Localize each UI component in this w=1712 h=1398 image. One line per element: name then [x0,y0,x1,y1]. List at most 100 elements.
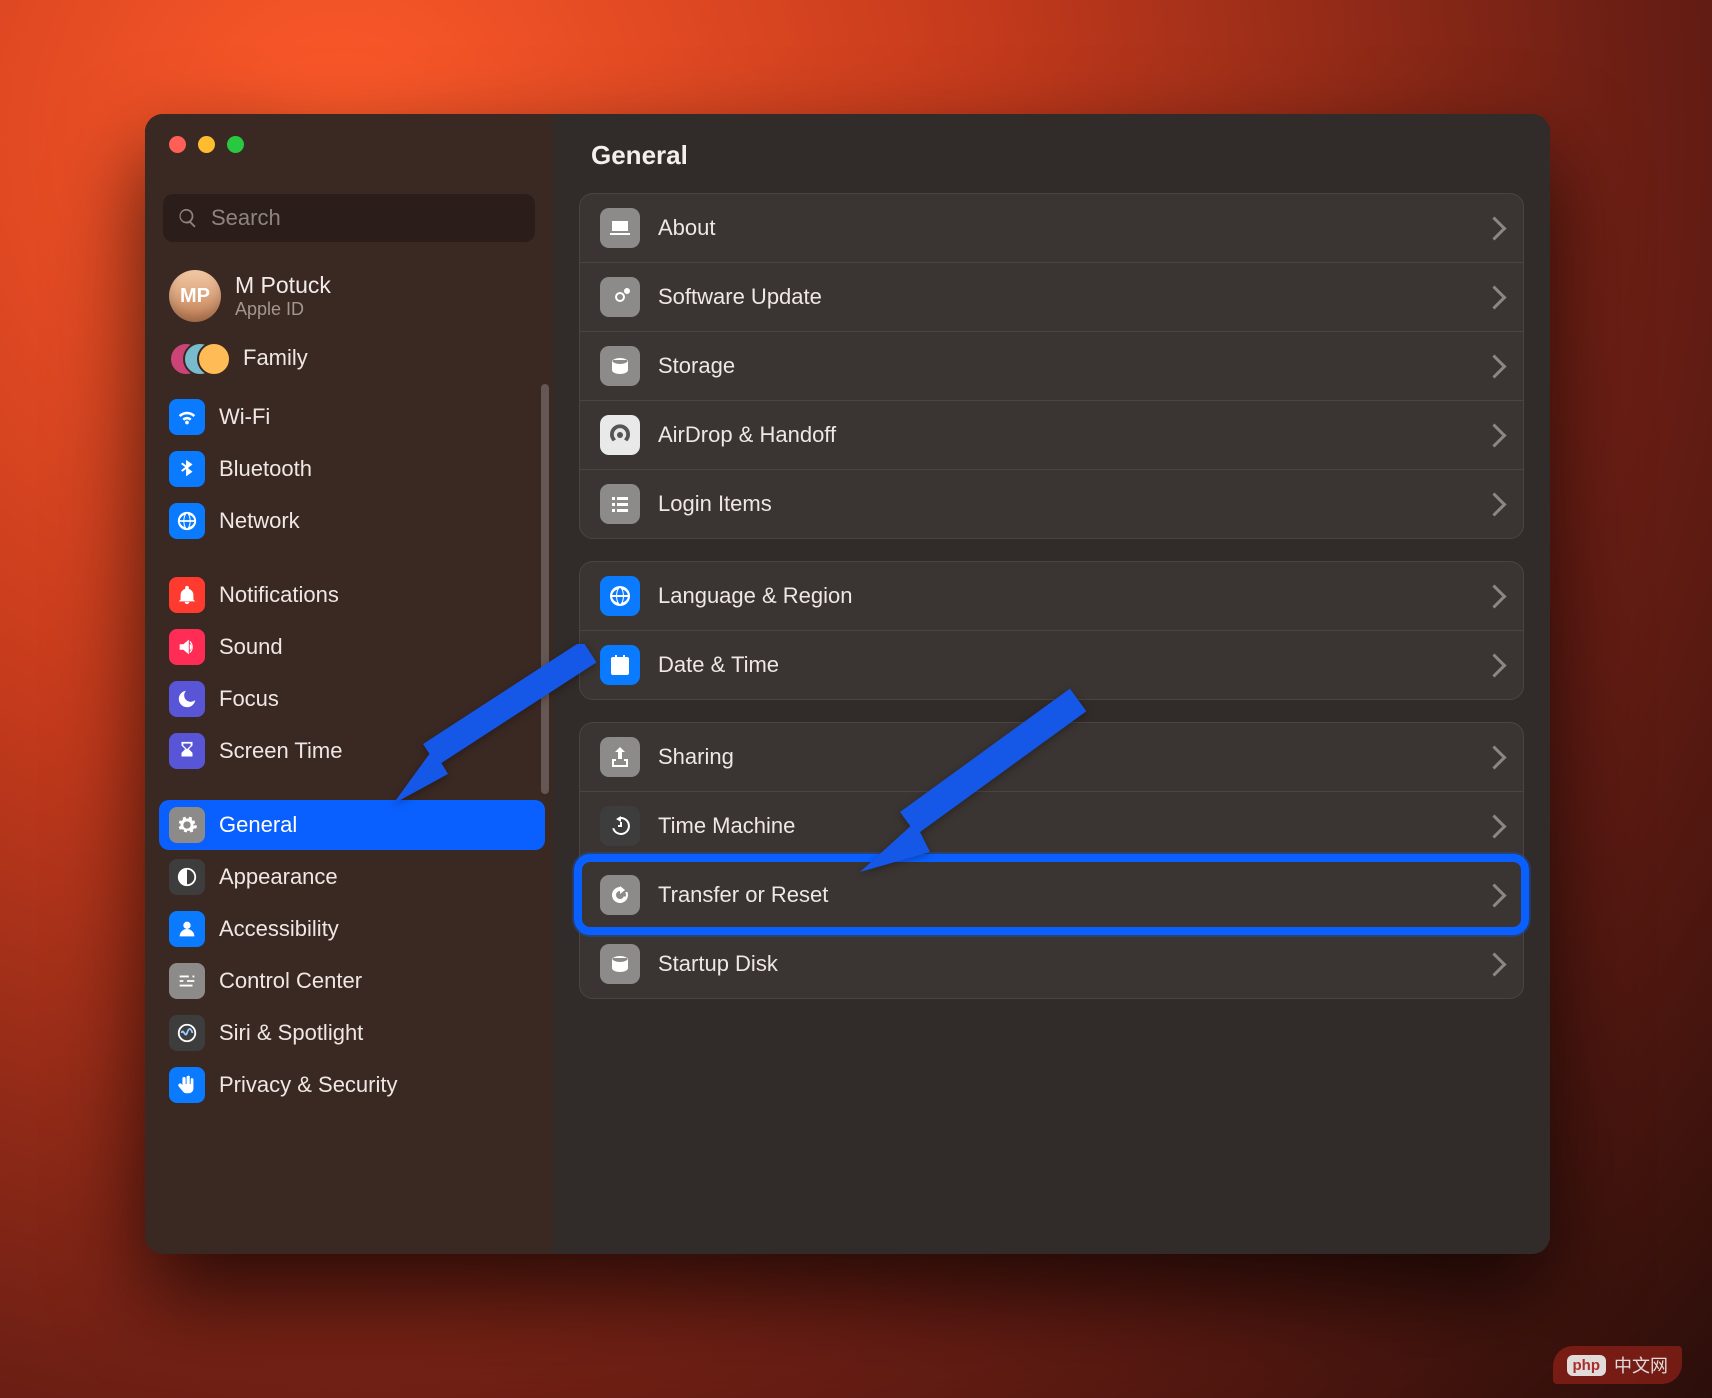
watermark: php 中文网 [1553,1346,1683,1384]
settings-row-time-machine[interactable]: Time Machine [580,791,1523,860]
main-pane: General About Software Update Storage AirDr… [553,114,1550,1254]
sliders-icon [169,963,205,999]
minimize-window-button[interactable] [198,136,215,153]
search-field-wrap[interactable] [163,194,535,242]
sidebar-item-sound[interactable]: Sound [159,622,545,672]
sidebar-item-notifications[interactable]: Notifications [159,570,545,620]
settings-row-label: Transfer or Reset [658,882,1468,908]
settings-row-language-region[interactable]: Language & Region [580,562,1523,630]
settings-row-label: AirDrop & Handoff [658,422,1468,448]
chevron-right-icon [1482,814,1506,838]
chevron-right-icon [1482,653,1506,677]
settings-group: Language & Region Date & Time [579,561,1524,700]
sidebar-item-label: Wi-Fi [219,404,270,430]
sidebar-item-accessibility[interactable]: Accessibility [159,904,545,954]
search-input[interactable] [209,204,521,232]
sidebar-item-general[interactable]: General [159,800,545,850]
settings-row-date-time[interactable]: Date & Time [580,630,1523,699]
account-sub: Apple ID [235,299,331,320]
sidebar-scroll: MP M Potuck Apple ID Family Wi-Fi Bluetoo… [145,250,553,1254]
settings-row-software-update[interactable]: Software Update [580,262,1523,331]
clockback-icon [600,806,640,846]
settings-row-label: About [658,215,1468,241]
sidebar-item-control-center[interactable]: Control Center [159,956,545,1006]
airdrop-icon [600,415,640,455]
close-window-button[interactable] [169,136,186,153]
settings-groups: About Software Update Storage AirDrop & Han… [553,193,1550,1025]
gear-icon [169,807,205,843]
chevron-right-icon [1482,883,1506,907]
page-title: General [553,114,1550,193]
reset-icon [600,875,640,915]
watermark-brand: php [1567,1355,1607,1376]
fullscreen-window-button[interactable] [227,136,244,153]
settings-row-startup-disk[interactable]: Startup Disk [580,929,1523,998]
person-icon [169,911,205,947]
speaker-icon [169,629,205,665]
contrast-icon [169,859,205,895]
sidebar-item-focus[interactable]: Focus [159,674,545,724]
sidebar-scrollbar[interactable] [541,384,549,794]
disk-icon [600,346,640,386]
disk-icon [600,944,640,984]
settings-row-label: Login Items [658,491,1468,517]
settings-row-airdrop-handoff[interactable]: AirDrop & Handoff [580,400,1523,469]
search-icon [177,207,199,229]
sidebar-item-family[interactable]: Family [159,332,545,392]
sidebar: MP M Potuck Apple ID Family Wi-Fi Bluetoo… [145,114,553,1254]
sidebar-item-label: Privacy & Security [219,1072,398,1098]
family-avatars-icon [169,342,229,374]
sidebar-item-label: Network [219,508,300,534]
settings-row-label: Date & Time [658,652,1468,678]
settings-row-label: Software Update [658,284,1468,310]
calendar-icon [600,645,640,685]
sidebar-item-label: General [219,812,297,838]
wifi-icon [169,399,205,435]
settings-group: Sharing Time Machine Transfer or Reset Star… [579,722,1524,999]
account-text: M Potuck Apple ID [235,272,331,320]
sidebar-item-label: Bluetooth [219,456,312,482]
siri-icon [169,1015,205,1051]
sidebar-item-network[interactable]: Network [159,496,545,546]
sidebar-item-label: Notifications [219,582,339,608]
chevron-right-icon [1482,492,1506,516]
settings-row-label: Storage [658,353,1468,379]
sidebar-item-privacy-security[interactable]: Privacy & Security [159,1060,545,1110]
hand-icon [169,1067,205,1103]
settings-row-about[interactable]: About [580,194,1523,262]
sidebar-item-apple-id[interactable]: MP M Potuck Apple ID [159,260,545,332]
settings-row-label: Time Machine [658,813,1468,839]
sidebar-item-appearance[interactable]: Appearance [159,852,545,902]
window-controls [145,114,553,176]
sidebar-item-label: Family [243,345,308,371]
sidebar-item-siri-spotlight[interactable]: Siri & Spotlight [159,1008,545,1058]
moon-icon [169,681,205,717]
chevron-right-icon [1482,423,1506,447]
sidebar-item-label: Siri & Spotlight [219,1020,363,1046]
settings-row-label: Startup Disk [658,951,1468,977]
sidebar-item-bluetooth[interactable]: Bluetooth [159,444,545,494]
settings-row-label: Sharing [658,744,1468,770]
settings-row-login-items[interactable]: Login Items [580,469,1523,538]
globe-icon [169,503,205,539]
settings-row-sharing[interactable]: Sharing [580,723,1523,791]
account-name: M Potuck [235,272,331,299]
settings-window: MP M Potuck Apple ID Family Wi-Fi Bluetoo… [145,114,1550,1254]
bell-icon [169,577,205,613]
sidebar-item-label: Focus [219,686,279,712]
watermark-text: 中文网 [1614,1352,1668,1378]
sidebar-item-wi-fi[interactable]: Wi-Fi [159,392,545,442]
list-icon [600,484,640,524]
sidebar-item-label: Control Center [219,968,362,994]
sidebar-item-screen-time[interactable]: Screen Time [159,726,545,776]
sidebar-item-label: Appearance [219,864,338,890]
chevron-right-icon [1482,216,1506,240]
laptop-icon [600,208,640,248]
chevron-right-icon [1482,354,1506,378]
share-icon [600,737,640,777]
gearbadge-icon [600,277,640,317]
globe-icon [600,576,640,616]
settings-row-transfer-or-reset[interactable]: Transfer or Reset [580,860,1523,929]
bluetooth-icon [169,451,205,487]
settings-row-storage[interactable]: Storage [580,331,1523,400]
